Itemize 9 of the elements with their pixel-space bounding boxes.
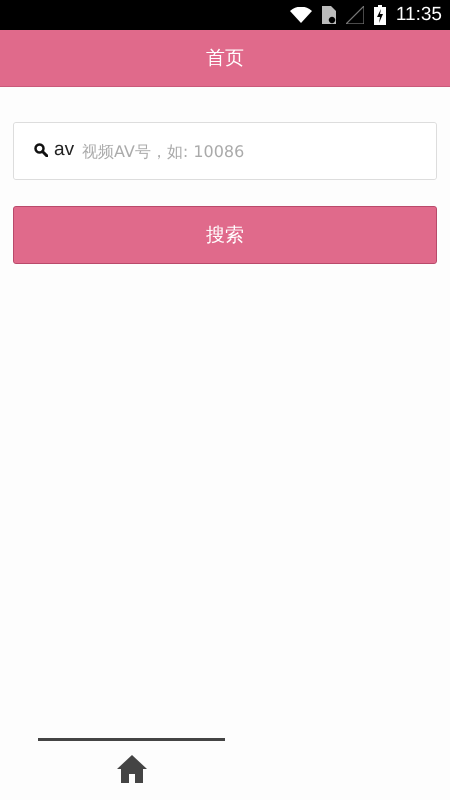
search-button[interactable]: 搜索 [13,206,437,264]
clock: 11:35 [396,4,442,26]
home-icon[interactable] [116,755,146,783]
signal-icon [346,6,364,24]
search-prefix: av [54,139,74,161]
page-title: 首页 [206,46,244,71]
sim-card-icon [322,6,336,24]
battery-charging-icon [374,5,386,25]
wifi-icon [290,7,312,23]
